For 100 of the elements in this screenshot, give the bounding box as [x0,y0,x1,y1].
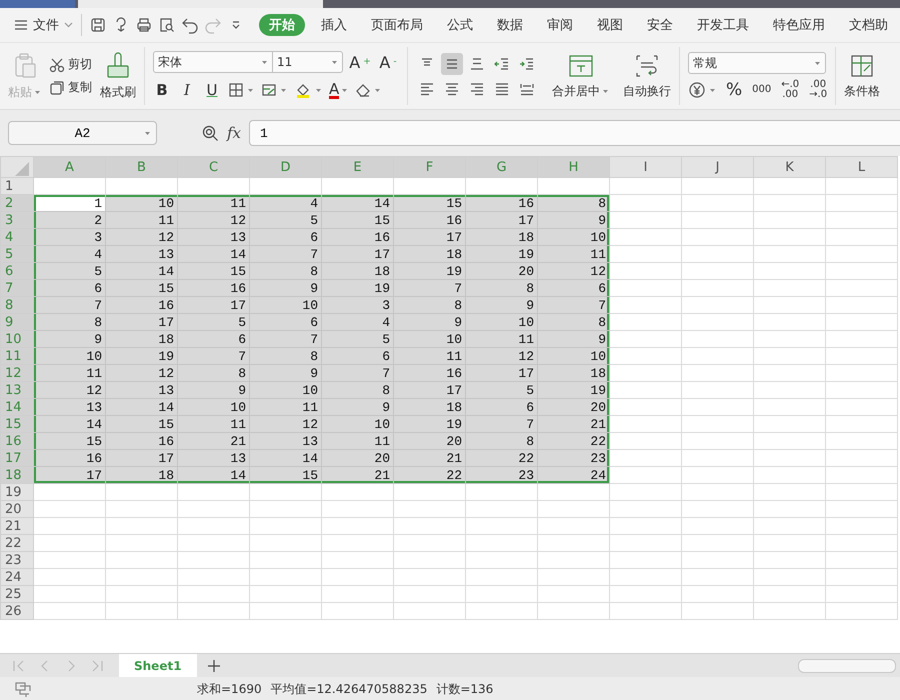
ribbon-tab[interactable]: 页面布局 [359,14,435,36]
column-header[interactable]: I [610,156,682,178]
align-left-icon [419,80,435,96]
row-header[interactable]: 22 [0,534,34,552]
table-cell: 18 [322,262,394,280]
table-cell: 8 [538,314,610,330]
conditional-format-button[interactable]: 条件格 [844,52,880,100]
table-cell: 18 [394,398,466,416]
table-cell: 11 [466,330,538,348]
table-cell: 5 [250,212,322,228]
first-sheet-icon [12,658,26,672]
corner-triangle-icon [15,162,29,176]
italic-button[interactable]: I [178,79,196,101]
table-cell: 17 [466,364,538,382]
table-cell: 14 [106,398,178,416]
caret-icon [331,60,338,64]
ribbon-tab[interactable]: 开始 [259,14,305,36]
table-cell: 9 [250,364,322,382]
increase-decimal-button[interactable]: ←.0 .00 [781,80,800,100]
bold-button[interactable]: B [153,79,171,101]
merge-center-button[interactable]: 合并居中 [552,52,609,100]
table-cell: 12 [178,212,250,228]
table-cell: 13 [106,382,178,398]
row-header[interactable]: 25 [0,586,34,602]
font-grow-button[interactable]: A$^{+}$ [349,51,371,73]
table-cell: 8 [466,280,538,296]
table-cell: 14 [34,416,106,432]
table-cell: 16 [106,296,178,314]
ribbon-tab[interactable]: 安全 [635,14,685,36]
caret-icon [315,88,322,92]
font-name-dropdown[interactable]: 宋体 [153,51,273,73]
table-cell: 20 [394,432,466,450]
table-cell: 14 [178,466,250,484]
table-cell: 16 [178,280,250,296]
column-header[interactable]: J [682,156,754,178]
cut-button[interactable]: 剪切 [49,56,92,73]
scissors-icon [49,56,65,72]
formula-input[interactable]: 1 [249,120,900,146]
clear-format-button[interactable] [355,82,382,98]
font-shrink-button[interactable]: A$^{-}$ [377,51,399,73]
percent-button[interactable]: % [726,80,742,100]
add-sheet-button[interactable] [206,658,221,672]
align-bottom-icon [469,56,485,72]
page-magnifier-icon [158,16,176,34]
row-header[interactable]: 24 [0,568,34,586]
row-header[interactable]: 23 [0,552,34,568]
align-middle-button[interactable] [441,52,463,74]
last-sheet-icon [90,658,104,672]
table-cell: 17 [394,382,466,398]
column-header[interactable]: L [826,156,898,178]
row-header[interactable]: 26 [0,602,34,620]
table-cell: 7 [250,246,322,262]
number-format-dropdown[interactable]: 常规 [688,52,826,74]
file-menu-button[interactable]: 文件 [14,16,73,34]
row-header[interactable]: 21 [0,518,34,534]
table-cell: 6 [34,280,106,296]
ribbon-tab[interactable]: 数据 [485,14,535,36]
table-cell: 11 [34,364,106,382]
table-cell: 11 [250,398,322,416]
table-cell: 4 [34,246,106,262]
column-header[interactable]: K [754,156,826,178]
wrap-text-button[interactable]: 自动换行 [623,52,671,100]
table-cell: 9 [250,280,322,296]
name-box[interactable]: A2 [8,121,157,145]
table-cell: 1 [34,194,106,212]
currency-button[interactable] [688,81,716,99]
table-cell: 13 [106,246,178,262]
font-size-dropdown[interactable]: 11 [273,51,343,73]
ribbon-tab[interactable]: 审阅 [535,14,585,36]
caret-icon [341,88,348,92]
status-layout-icon [14,680,32,698]
yen-circle-icon [688,81,706,99]
border-style-button[interactable] [261,82,287,98]
decrease-decimal-button[interactable]: .00 →.0 [809,80,828,100]
ribbon-tab[interactable]: 插入 [309,14,359,36]
row-header[interactable]: 19 [0,484,34,500]
thousands-button[interactable]: 000 [752,85,772,95]
underline-button[interactable]: U [203,79,221,101]
ribbon-tab[interactable]: 开发工具 [685,14,761,36]
table-cell: 18 [466,228,538,246]
font-color-button[interactable]: A [329,82,348,98]
table-cell: 6 [322,348,394,364]
table-cell: 16 [322,228,394,246]
table-cell: 10 [178,398,250,416]
row-header[interactable]: 20 [0,500,34,518]
ribbon-tab[interactable]: 特色应用 [761,14,837,36]
table-cell: 8 [34,314,106,330]
table-cell: 16 [34,450,106,466]
sheet-tab[interactable]: Sheet1 [119,654,197,677]
table-cell: 18 [106,330,178,348]
table-cell: 3 [322,296,394,314]
ribbon-tab[interactable]: 视图 [585,14,635,36]
borders-button[interactable] [228,82,254,98]
table-cell: 20 [538,398,610,416]
copy-button[interactable]: 复制 [49,79,92,96]
format-painter-button[interactable]: 格式刷 [100,52,136,100]
ribbon-tab[interactable]: 公式 [435,14,485,36]
row-header[interactable]: 1 [0,178,34,194]
horizontal-scrollbar[interactable] [798,658,896,672]
ribbon-tab[interactable]: 文档助 [837,14,900,36]
